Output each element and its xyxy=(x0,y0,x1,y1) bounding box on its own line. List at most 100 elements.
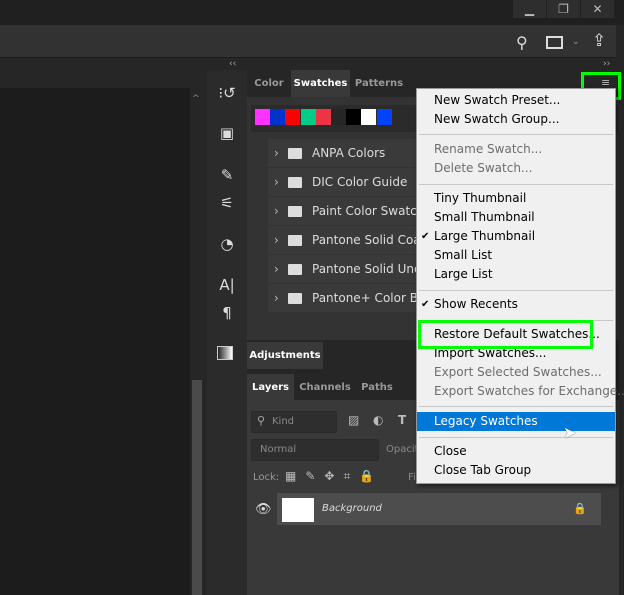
scroll-up-icon[interactable]: ^ xyxy=(192,94,200,104)
tab-adjustments[interactable]: Adjustments xyxy=(247,342,323,369)
tab-paths[interactable]: Paths xyxy=(356,374,398,401)
lock-icon: 🔒 xyxy=(573,502,587,515)
menu-item-label: Export Swatches for Exchange... xyxy=(434,384,624,398)
swatch-group-row[interactable]: › ANPA Colors xyxy=(268,139,418,168)
chevron-right-icon[interactable]: › xyxy=(274,226,279,255)
close-icon: ✕ xyxy=(592,2,603,16)
minimize-button[interactable]: ▁ xyxy=(513,0,546,18)
3d-icon[interactable]: ▣ xyxy=(207,120,247,146)
swatch[interactable] xyxy=(376,109,392,125)
check-icon: ✔ xyxy=(421,231,430,242)
document-tab-bar xyxy=(0,58,200,88)
menu-item-label: Small List xyxy=(434,248,493,262)
brushes-icon[interactable]: ⚟ xyxy=(207,190,247,216)
blend-mode-select[interactable]: Normal xyxy=(251,439,379,461)
folder-icon xyxy=(288,293,302,304)
swatch[interactable] xyxy=(361,109,377,125)
menu-item[interactable]: Large List xyxy=(417,265,615,284)
folder-icon xyxy=(288,177,302,188)
folder-icon xyxy=(288,206,302,217)
tab-channels[interactable]: Channels xyxy=(296,374,354,401)
collapse-left-icon[interactable]: ‹‹ xyxy=(229,59,236,69)
swatch[interactable] xyxy=(331,109,346,125)
menu-item-label: New Swatch Preset... xyxy=(434,93,561,107)
minimize-icon: ▁ xyxy=(524,2,535,16)
tab-layers[interactable]: Layers xyxy=(247,374,294,401)
menu-item-label: New Swatch Group... xyxy=(434,112,560,126)
swatch-group-row[interactable]: › Pantone Solid Coated xyxy=(268,226,440,255)
swatch-group-label: DIC Color Guide xyxy=(312,175,408,189)
menu-item[interactable]: Legacy Swatches xyxy=(417,412,615,431)
chevron-down-icon[interactable]: ⌄ xyxy=(572,37,580,47)
character-icon[interactable]: A| xyxy=(207,272,247,298)
brush-settings-icon[interactable]: ✎ xyxy=(207,162,247,188)
menu-item[interactable]: Small List xyxy=(417,246,615,265)
mouse-cursor-icon: ➤ xyxy=(563,423,577,442)
image-filter-icon[interactable]: ▨ xyxy=(348,413,359,427)
menu-item[interactable]: New Swatch Group... xyxy=(417,110,615,129)
menu-item-label: Tiny Thumbnail xyxy=(434,191,527,205)
swatch-group-row[interactable]: › Pantone+ Color Bridge xyxy=(268,284,449,313)
chevron-right-icon[interactable]: › xyxy=(274,197,279,226)
swatch[interactable] xyxy=(346,109,362,125)
menu-separator xyxy=(419,290,613,291)
menu-item[interactable]: Rename Swatch... xyxy=(417,140,615,159)
menu-item[interactable]: New Swatch Preset... xyxy=(417,91,615,110)
scrollbar-thumb[interactable] xyxy=(192,380,202,595)
chevron-right-icon[interactable]: › xyxy=(274,168,279,197)
layer-thumbnail xyxy=(282,498,314,522)
collapse-right-icon[interactable]: ›› xyxy=(603,59,610,69)
highlight-box-restore xyxy=(418,320,593,349)
chevron-right-icon[interactable]: › xyxy=(274,284,279,313)
swatch-group-row[interactable]: › Pantone Solid Uncoated xyxy=(268,255,455,284)
menu-item[interactable]: ✔ Show Recents xyxy=(417,295,615,314)
menu-item-label: Rename Swatch... xyxy=(434,142,543,156)
adjustment-filter-icon[interactable]: ◐ xyxy=(373,413,383,427)
menu-item-label: Export Selected Swatches... xyxy=(434,365,602,379)
tab-color[interactable]: Color xyxy=(249,70,289,97)
swatch[interactable] xyxy=(270,109,286,125)
menu-item[interactable]: Close xyxy=(417,442,615,461)
layer-name[interactable]: Background xyxy=(322,503,382,514)
swatch[interactable] xyxy=(300,109,316,125)
eye-icon[interactable]: 👁 xyxy=(255,502,272,517)
type-filter-icon[interactable]: T xyxy=(398,413,406,427)
menu-item-label: Large Thumbnail xyxy=(434,229,536,243)
menu-item[interactable]: Tiny Thumbnail xyxy=(417,189,615,208)
swatch-group-row[interactable]: › Paint Color Swatches xyxy=(268,197,438,226)
swatch-group-label: ANPA Colors xyxy=(312,146,386,160)
history-icon[interactable]: ⁝↺ xyxy=(207,80,247,106)
search-icon: ⚲ xyxy=(257,414,266,427)
restore-button[interactable]: ❐ xyxy=(547,0,580,18)
menu-item[interactable]: Export Swatches for Exchange... xyxy=(417,382,624,401)
share-icon[interactable]: ⇪ xyxy=(592,31,606,51)
clone-source-icon[interactable]: ◔ xyxy=(207,231,247,257)
chevron-right-icon[interactable]: › xyxy=(274,255,279,284)
menu-item[interactable]: Delete Swatch... xyxy=(417,159,615,178)
menu-item[interactable]: Small Thumbnail xyxy=(417,208,615,227)
menu-item-label: Legacy Swatches xyxy=(434,414,538,428)
paragraph-icon[interactable]: ¶ xyxy=(207,300,247,326)
lock-icons[interactable]: ▦✎✥⌗🔒 xyxy=(285,469,383,484)
tab-swatches[interactable]: Swatches xyxy=(291,70,350,97)
menu-item-label: Close xyxy=(434,444,467,458)
menu-item[interactable]: Close Tab Group xyxy=(417,461,615,480)
folder-icon xyxy=(288,235,302,246)
menu-item-label: Show Recents xyxy=(434,297,518,311)
swatch[interactable] xyxy=(285,109,301,125)
swatch-group-row[interactable]: › DIC Color Guide xyxy=(268,168,418,197)
document-canvas[interactable] xyxy=(0,88,190,595)
workspace-icon[interactable] xyxy=(546,36,563,49)
search-icon[interactable]: ⚲ xyxy=(516,33,528,52)
close-window-button[interactable]: ✕ xyxy=(581,0,614,18)
tab-patterns[interactable]: Patterns xyxy=(352,70,406,97)
menu-item[interactable]: Export Selected Swatches... xyxy=(417,363,615,382)
folder-icon xyxy=(288,148,302,159)
swatch[interactable] xyxy=(315,109,331,125)
menu-separator xyxy=(419,184,613,185)
menu-item[interactable]: ✔ Large Thumbnail xyxy=(417,227,615,246)
chevron-right-icon[interactable]: › xyxy=(274,139,279,168)
swatch[interactable] xyxy=(255,109,270,125)
menu-separator xyxy=(419,437,613,438)
gradient-icon[interactable] xyxy=(217,346,233,360)
